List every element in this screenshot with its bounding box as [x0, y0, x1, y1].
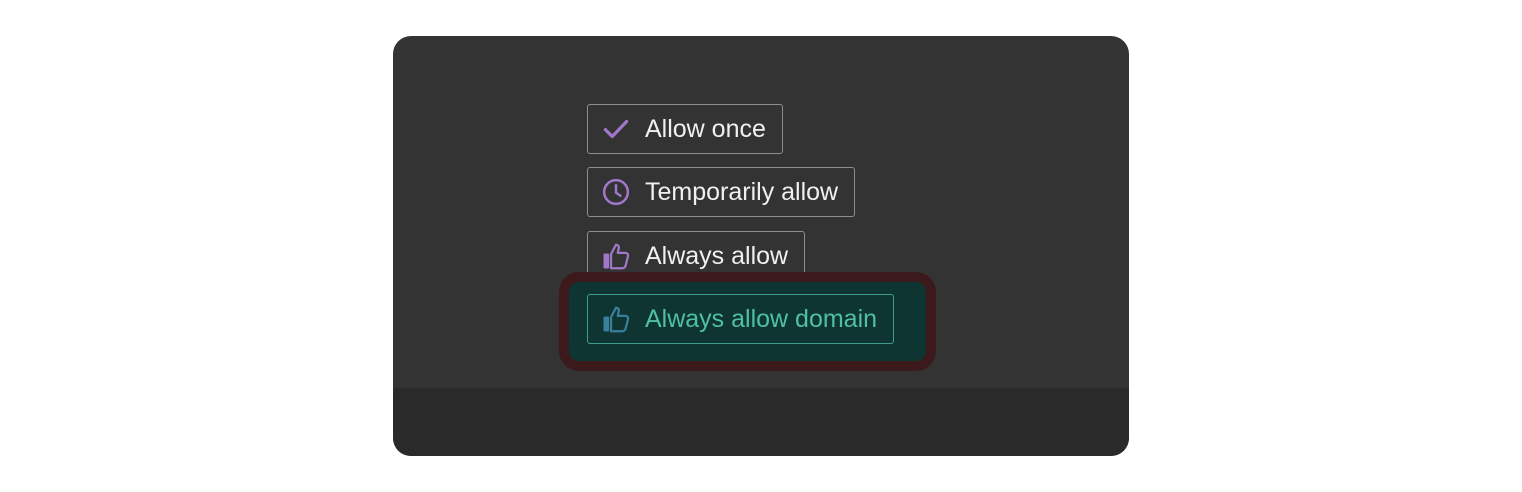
clock-icon	[600, 176, 632, 208]
temporarily-allow-label: Temporarily allow	[645, 177, 839, 206]
thumbs-up-icon	[600, 303, 632, 335]
allow-once-label: Allow once	[645, 114, 766, 143]
thumbs-up-icon	[600, 240, 632, 272]
permission-dialog: Allow once Temporarily allow Always allo…	[393, 36, 1129, 456]
dialog-footer	[393, 388, 1129, 456]
always-allow-domain-button[interactable]: Always allow domain	[587, 294, 895, 344]
check-icon	[600, 113, 632, 145]
always-allow-label: Always allow	[645, 241, 789, 270]
always-allow-domain-label: Always allow domain	[645, 304, 878, 333]
temporarily-allow-button[interactable]: Temporarily allow	[587, 167, 856, 217]
allow-once-button[interactable]: Allow once	[587, 104, 783, 154]
